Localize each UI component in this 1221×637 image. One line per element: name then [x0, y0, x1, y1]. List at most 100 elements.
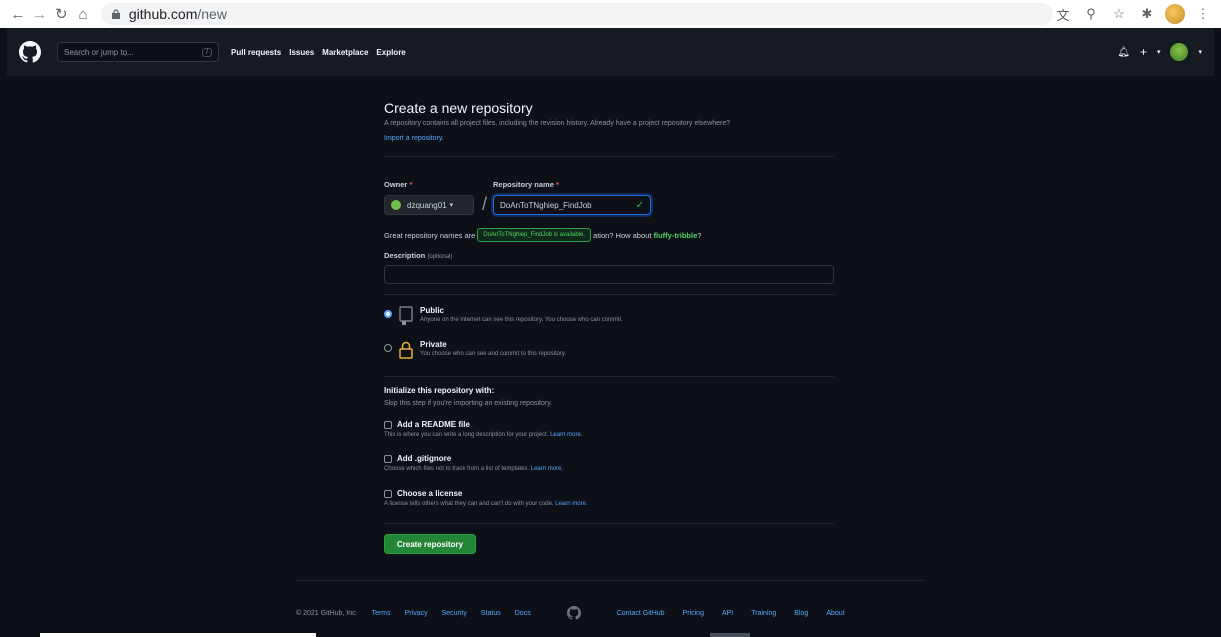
footer-link-about[interactable]: About: [826, 610, 844, 617]
visibility-public-option[interactable]: Public Anyone on the internet can see th…: [384, 306, 623, 326]
readme-title: Add a README file: [397, 420, 470, 429]
private-description: You choose who can see and commit to thi…: [420, 351, 567, 357]
learn-more-link[interactable]: Learn more.: [555, 501, 587, 507]
bell-icon[interactable]: 🔔︎: [1117, 47, 1130, 58]
public-title: Public: [420, 306, 445, 315]
taskbar-strip: [40, 633, 316, 637]
zoom-icon[interactable]: ⚲: [1081, 4, 1101, 24]
chevron-down-icon[interactable]: ▾: [1198, 48, 1202, 56]
repository-name-value: DoAnToTNghiep_FindJob: [500, 200, 592, 210]
readme-checkbox[interactable]: [384, 420, 392, 429]
gitignore-option: Add .gitignore Choose which files not to…: [384, 454, 563, 472]
license-description: A license tells others what they can and…: [384, 501, 588, 507]
footer-link-terms[interactable]: Terms: [372, 610, 391, 617]
star-icon[interactable]: ☆: [1109, 4, 1129, 24]
extensions-icon[interactable]: ✱: [1137, 4, 1157, 24]
forward-arrow-icon[interactable]: →: [30, 3, 50, 25]
search-input[interactable]: Search or jump to... /: [57, 42, 219, 62]
footer-link-security[interactable]: Security: [442, 610, 467, 617]
footer-link-privacy[interactable]: Privacy: [405, 610, 428, 617]
repo-icon: [399, 306, 413, 325]
footer-link-contact[interactable]: Contact GitHub: [617, 610, 665, 617]
footer-link-status[interactable]: Status: [481, 610, 501, 617]
owner-dropdown[interactable]: dzquang01 ▾: [384, 195, 474, 215]
license-title: Choose a license: [397, 489, 463, 498]
learn-more-link[interactable]: Learn more.: [531, 466, 563, 472]
browser-toolbar: ← → ↻ ⌂ github.com/new 文 ⚲ ☆ ✱ ⋮: [0, 0, 1221, 28]
name-suggestion-link[interactable]: fluffy-tribble: [654, 231, 698, 240]
owner-label: Owner *: [384, 180, 413, 189]
translate-icon[interactable]: 文: [1053, 4, 1073, 24]
readme-option: Add a README file This is where you can …: [384, 420, 582, 438]
hint-end: ?: [697, 230, 702, 240]
reload-icon[interactable]: ↻: [51, 3, 71, 25]
home-icon[interactable]: ⌂: [73, 3, 93, 25]
github-header: Search or jump to... / Pull requests Iss…: [7, 28, 1214, 76]
description-label: Description (optional): [384, 251, 453, 260]
footer-divider: [296, 580, 924, 581]
user-avatar[interactable]: [1170, 43, 1189, 61]
footer-link-api[interactable]: API: [722, 610, 733, 617]
hint-suffix: ation? How about: [593, 230, 652, 240]
page-title: Create a new repository: [384, 100, 533, 116]
plus-icon[interactable]: +: [1140, 45, 1147, 59]
chevron-down-icon[interactable]: ▾: [1157, 48, 1161, 56]
check-icon: ✓: [635, 199, 645, 211]
page-subtitle: A repository contains all project files,…: [384, 120, 731, 127]
chevron-down-icon: ▾: [449, 202, 454, 209]
footer-link-blog[interactable]: Blog: [794, 610, 808, 617]
gitignore-title: Add .gitignore: [397, 454, 452, 463]
divider: [384, 376, 834, 377]
visibility-private-option[interactable]: Private You choose who can see and commi…: [384, 340, 566, 360]
divider: [384, 294, 834, 295]
footer-link-docs[interactable]: Docs: [515, 610, 531, 617]
footer-link-training[interactable]: Training: [751, 610, 776, 617]
github-logo-icon[interactable]: [19, 41, 41, 63]
description-input[interactable]: [384, 265, 834, 284]
private-radio[interactable]: [384, 344, 392, 352]
repository-name-input[interactable]: DoAnToTNghiep_FindJob ✓: [493, 195, 652, 215]
learn-more-link[interactable]: Learn more.: [550, 432, 582, 438]
license-checkbox[interactable]: [384, 489, 392, 498]
divider: [384, 156, 834, 157]
page-heading: Create a new repository A repository con…: [384, 100, 834, 145]
availability-tooltip: DoAnToTNghiep_FindJob is available.: [477, 228, 592, 242]
readme-description: This is where you can write a long descr…: [384, 432, 583, 438]
create-repository-button[interactable]: Create repository: [384, 534, 476, 554]
owner-repo-separator: /: [482, 194, 488, 214]
nav-explore[interactable]: Explore: [376, 48, 405, 57]
nav-issues[interactable]: Issues: [289, 48, 314, 57]
divider: [384, 523, 834, 524]
profile-avatar[interactable]: [1165, 4, 1185, 24]
init-title: Initialize this repository with:: [384, 386, 495, 395]
license-option: Choose a license A license tells others …: [384, 489, 588, 507]
owner-value: dzquang01: [407, 200, 447, 210]
github-logo-icon[interactable]: [566, 606, 581, 620]
repo-name-label: Repository name *: [493, 180, 559, 189]
lock-icon: [111, 9, 120, 19]
back-arrow-icon[interactable]: ←: [8, 3, 28, 25]
gitignore-description: Choose which files not to track from a l…: [384, 466, 564, 472]
scroll-indicator: [710, 633, 750, 637]
gitignore-checkbox[interactable]: [384, 454, 392, 463]
menu-dots-icon[interactable]: ⋮: [1193, 4, 1213, 24]
footer-link-pricing[interactable]: Pricing: [683, 610, 704, 617]
init-subtitle: Skip this step if you're importing an ex…: [384, 400, 553, 407]
import-repository-link[interactable]: Import a repository.: [384, 135, 444, 142]
nav-pull-requests[interactable]: Pull requests: [231, 48, 281, 57]
copyright: © 2021 GitHub, Inc.: [296, 609, 358, 617]
address-bar[interactable]: github.com/new: [100, 3, 1053, 25]
main-area: [7, 76, 1214, 632]
owner-repo-row: Owner * dzquang01 ▾ / Repository name * …: [384, 180, 652, 215]
name-hint: Great repository names are DoAnToTNghiep…: [384, 228, 701, 242]
lock-icon: [399, 341, 413, 359]
private-title: Private: [420, 340, 447, 349]
search-shortcut-key: /: [202, 47, 212, 57]
public-radio[interactable]: [384, 310, 392, 318]
search-placeholder: Search or jump to...: [64, 47, 134, 57]
public-description: Anyone on the internet can see this repo…: [420, 317, 623, 323]
url-host: github.com: [128, 6, 198, 22]
owner-avatar: [391, 200, 401, 210]
footer: © 2021 GitHub, Inc. Terms Privacy Securi…: [296, 606, 924, 620]
nav-marketplace[interactable]: Marketplace: [322, 48, 368, 57]
